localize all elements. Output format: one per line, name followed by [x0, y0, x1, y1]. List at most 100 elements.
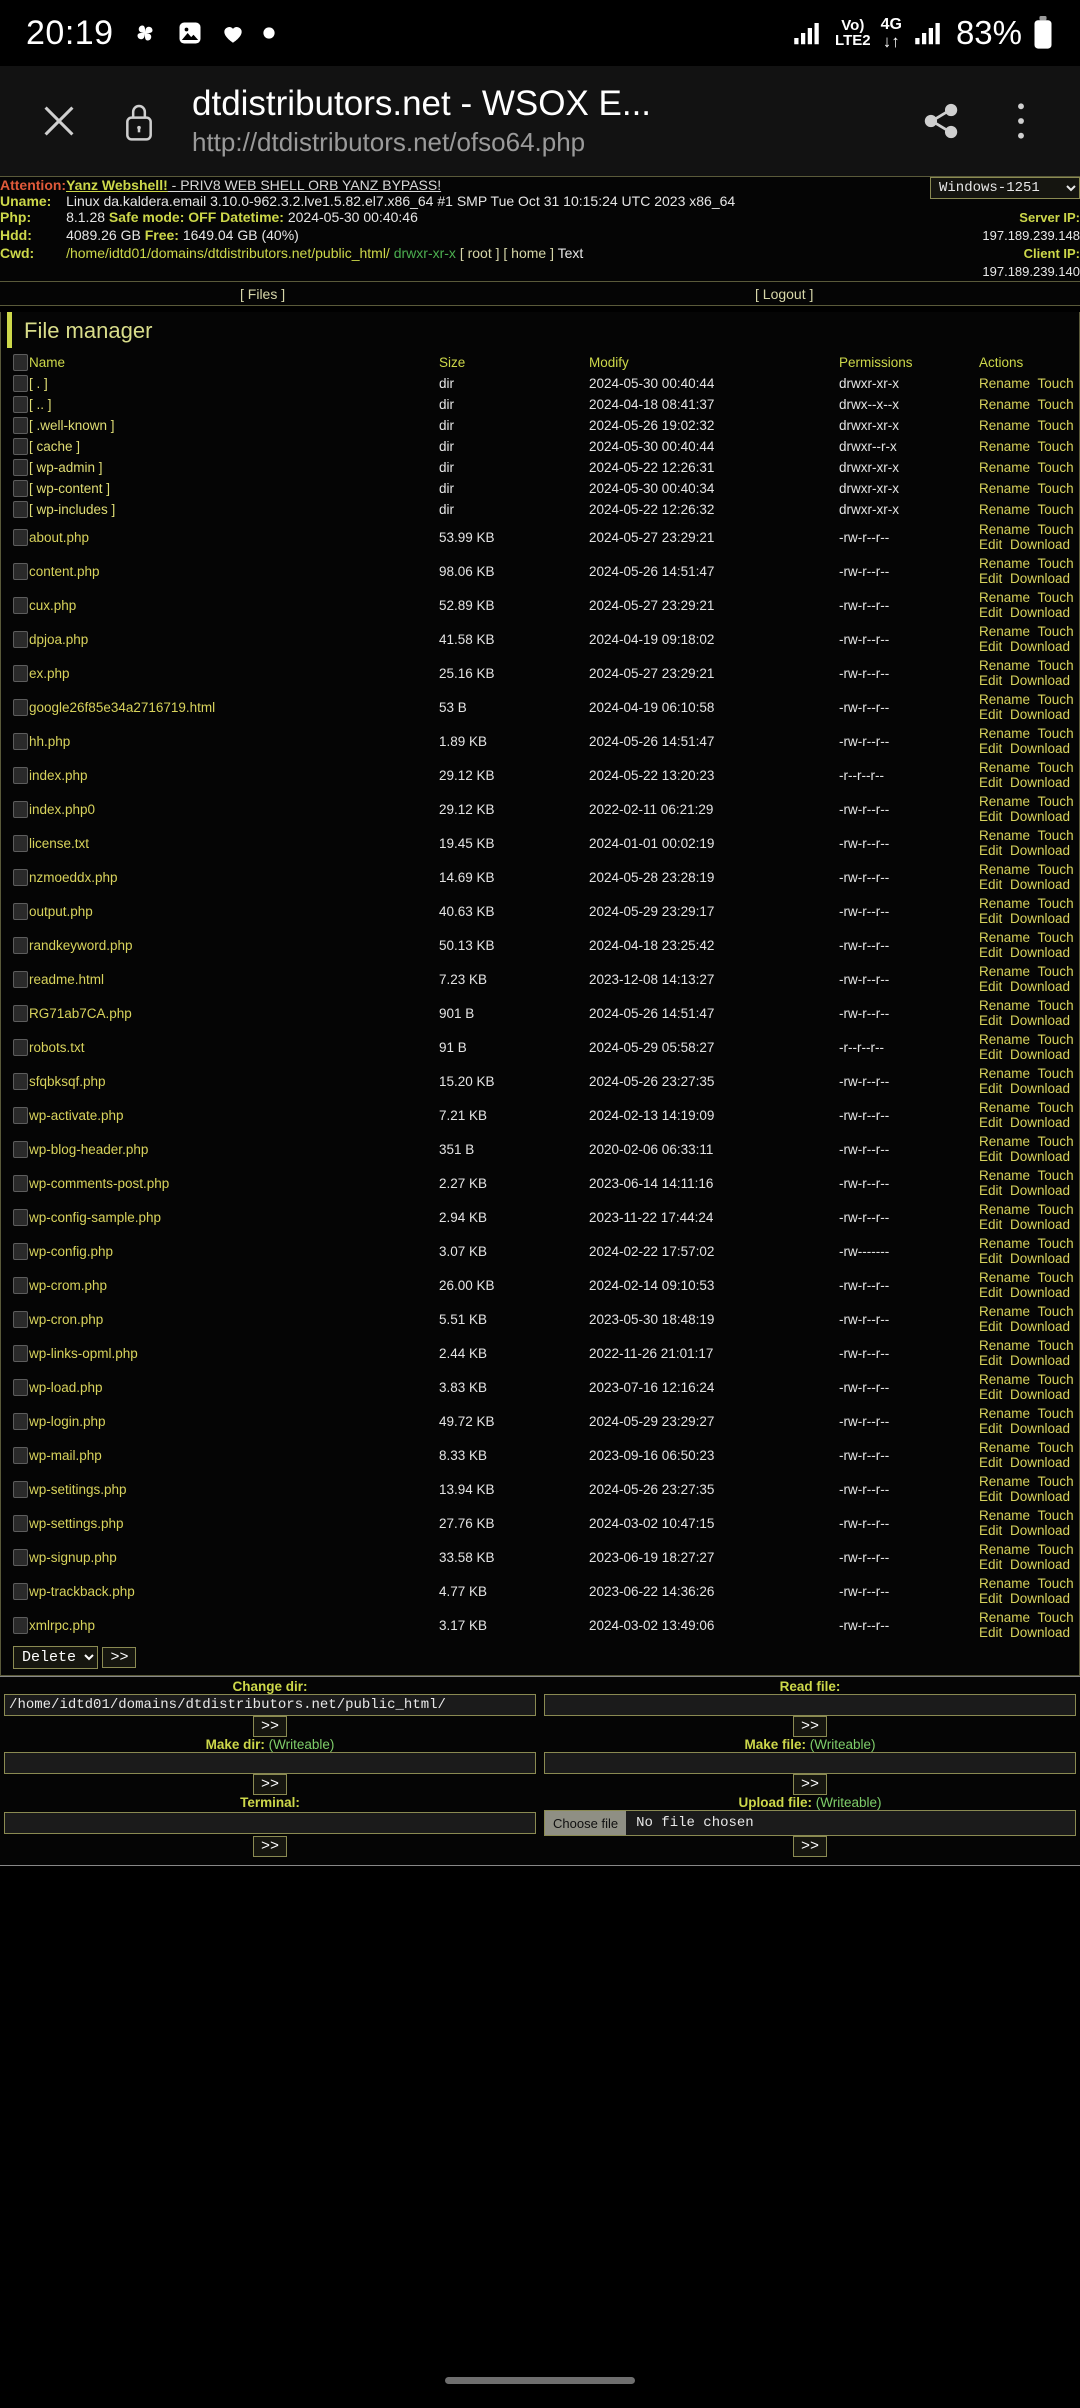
file-link[interactable]: sfqbksqf.php [29, 1074, 106, 1089]
action-edit-link[interactable]: Edit [979, 809, 1002, 824]
action-rename-link[interactable]: Rename [979, 1032, 1030, 1047]
file-link[interactable]: about.php [29, 530, 89, 545]
action-touch-link[interactable]: Touch [1038, 930, 1074, 945]
action-touch-link[interactable]: Touch [1038, 998, 1074, 1013]
lock-icon[interactable] [108, 90, 170, 152]
action-edit-link[interactable]: Edit [979, 1183, 1002, 1198]
action-touch-link[interactable]: Touch [1038, 418, 1074, 433]
action-edit-link[interactable]: Edit [979, 1489, 1002, 1504]
file-link[interactable]: xmlrpc.php [29, 1618, 95, 1633]
cwd-root-link[interactable]: [ root ] [460, 245, 500, 261]
action-edit-link[interactable]: Edit [979, 945, 1002, 960]
action-rename-link[interactable]: Rename [979, 418, 1030, 433]
file-permissions-cell[interactable]: -rw-r--r-- [839, 588, 979, 622]
action-download-link[interactable]: Download [1010, 639, 1070, 654]
file-link[interactable]: nzmoeddx.php [29, 870, 118, 885]
action-rename-link[interactable]: Rename [979, 794, 1030, 809]
action-touch-link[interactable]: Touch [1038, 1066, 1074, 1081]
action-rename-link[interactable]: Rename [979, 376, 1030, 391]
action-rename-link[interactable]: Rename [979, 726, 1030, 741]
action-edit-link[interactable]: Edit [979, 979, 1002, 994]
action-rename-link[interactable]: Rename [979, 998, 1030, 1013]
row-select-checkbox[interactable] [13, 1208, 28, 1226]
action-edit-link[interactable]: Edit [979, 775, 1002, 790]
action-download-link[interactable]: Download [1010, 741, 1070, 756]
action-touch-link[interactable]: Touch [1038, 692, 1074, 707]
action-rename-link[interactable]: Rename [979, 522, 1030, 537]
action-rename-link[interactable]: Rename [979, 1066, 1030, 1081]
file-permissions-cell[interactable]: drwxr-xr-x [839, 478, 979, 499]
action-edit-link[interactable]: Edit [979, 1081, 1002, 1096]
file-link[interactable]: wp-blog-header.php [29, 1142, 148, 1157]
action-edit-link[interactable]: Edit [979, 1421, 1002, 1436]
bulk-action-submit-button[interactable]: >> [102, 1647, 137, 1668]
action-rename-link[interactable]: Rename [979, 1202, 1030, 1217]
action-download-link[interactable]: Download [1010, 1557, 1070, 1572]
action-edit-link[interactable]: Edit [979, 1047, 1002, 1062]
row-select-checkbox[interactable] [13, 1242, 28, 1260]
home-gesture-pill[interactable] [445, 2376, 635, 2384]
row-select-checkbox[interactable] [13, 562, 28, 580]
action-rename-link[interactable]: Rename [979, 1576, 1030, 1591]
action-edit-link[interactable]: Edit [979, 843, 1002, 858]
directory-link[interactable]: [ . ] [29, 376, 48, 391]
bulk-action-select[interactable]: Delete [13, 1646, 98, 1669]
change-dir-submit-button[interactable]: >> [252, 1716, 287, 1737]
column-header-name[interactable]: Name [29, 352, 439, 373]
action-download-link[interactable]: Download [1010, 1217, 1070, 1232]
action-touch-link[interactable]: Touch [1038, 726, 1074, 741]
action-download-link[interactable]: Download [1010, 809, 1070, 824]
file-link[interactable]: license.txt [29, 836, 89, 851]
action-rename-link[interactable]: Rename [979, 1542, 1030, 1557]
action-touch-link[interactable]: Touch [1038, 862, 1074, 877]
action-touch-link[interactable]: Touch [1038, 1542, 1074, 1557]
action-download-link[interactable]: Download [1010, 1081, 1070, 1096]
file-link[interactable]: wp-comments-post.php [29, 1176, 169, 1191]
row-select-checkbox[interactable] [13, 417, 28, 434]
directory-link[interactable]: [ wp-admin ] [29, 460, 103, 475]
directory-link[interactable]: [ cache ] [29, 439, 80, 454]
nav-link-files[interactable]: [ Files ] [240, 286, 285, 302]
action-download-link[interactable]: Download [1010, 1013, 1070, 1028]
column-header-permissions[interactable]: Permissions [839, 352, 979, 373]
file-link[interactable]: robots.txt [29, 1040, 85, 1055]
row-select-checkbox[interactable] [13, 664, 28, 682]
column-header-size[interactable]: Size [439, 352, 589, 373]
action-touch-link[interactable]: Touch [1038, 1304, 1074, 1319]
file-permissions-cell[interactable]: -rw-r--r-- [839, 1438, 979, 1472]
webshell-name-link[interactable]: Yanz Webshell! [66, 177, 168, 193]
row-select-checkbox[interactable] [13, 438, 28, 455]
row-select-checkbox[interactable] [13, 501, 28, 518]
row-select-checkbox[interactable] [13, 766, 28, 784]
make-file-submit-button[interactable]: >> [792, 1774, 827, 1795]
file-link[interactable]: randkeyword.php [29, 938, 133, 953]
action-rename-link[interactable]: Rename [979, 1304, 1030, 1319]
row-select-checkbox[interactable] [13, 1038, 28, 1056]
row-select-checkbox[interactable] [13, 396, 28, 413]
read-file-submit-button[interactable]: >> [792, 1716, 827, 1737]
action-touch-link[interactable]: Touch [1038, 624, 1074, 639]
action-edit-link[interactable]: Edit [979, 1353, 1002, 1368]
action-download-link[interactable]: Download [1010, 537, 1070, 552]
file-permissions-cell[interactable]: -rw------- [839, 1234, 979, 1268]
action-download-link[interactable]: Download [1010, 1149, 1070, 1164]
action-edit-link[interactable]: Edit [979, 1319, 1002, 1334]
action-touch-link[interactable]: Touch [1038, 1372, 1074, 1387]
file-permissions-cell[interactable]: -rw-r--r-- [839, 690, 979, 724]
row-select-checkbox[interactable] [13, 1276, 28, 1294]
file-permissions-cell[interactable]: -rw-r--r-- [839, 724, 979, 758]
action-touch-link[interactable]: Touch [1038, 439, 1074, 454]
file-link[interactable]: wp-crom.php [29, 1278, 107, 1293]
directory-link[interactable]: [ wp-content ] [29, 481, 110, 496]
file-link[interactable]: wp-setitings.php [29, 1482, 127, 1497]
file-permissions-cell[interactable]: -rw-r--r-- [839, 1132, 979, 1166]
action-edit-link[interactable]: Edit [979, 1557, 1002, 1572]
row-select-checkbox[interactable] [13, 596, 28, 614]
file-link[interactable]: google26f85e34a2716719.html [29, 700, 215, 715]
omnibox[interactable]: dtdistributors.net - WSOX E... http://dt… [188, 84, 892, 157]
row-select-checkbox[interactable] [13, 1004, 28, 1022]
action-touch-link[interactable]: Touch [1038, 481, 1074, 496]
make-file-input[interactable] [544, 1752, 1076, 1774]
file-link[interactable]: index.php [29, 768, 88, 783]
action-edit-link[interactable]: Edit [979, 1387, 1002, 1402]
